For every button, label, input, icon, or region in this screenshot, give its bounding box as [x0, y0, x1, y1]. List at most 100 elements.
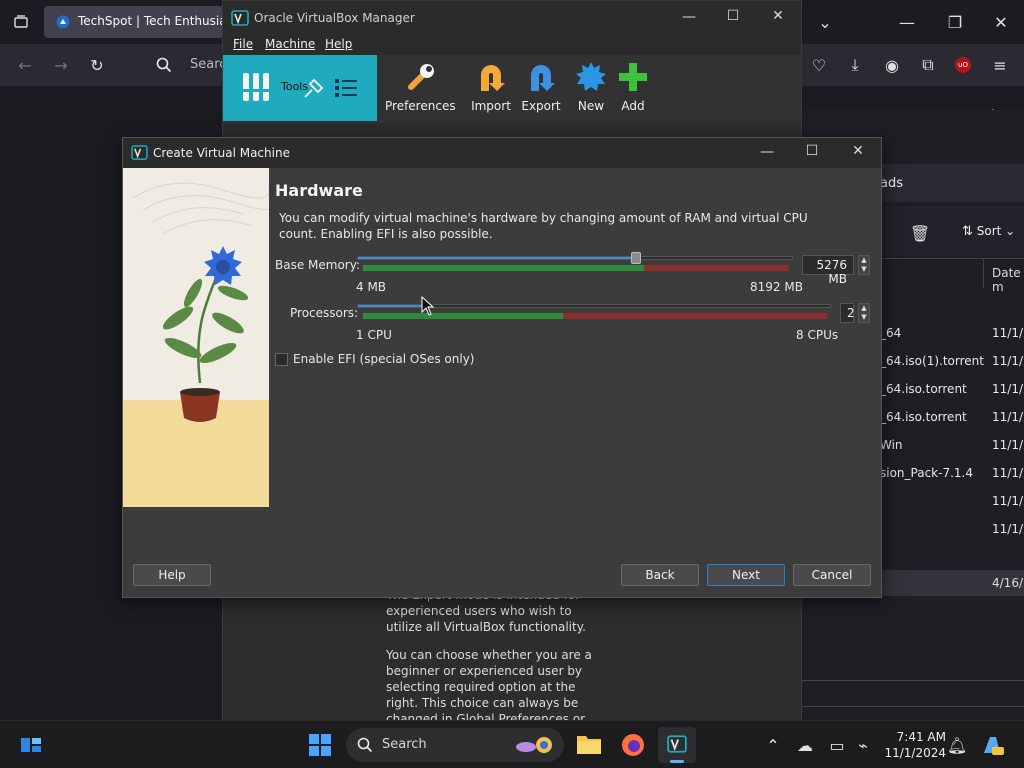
new-burst-icon: [576, 62, 606, 91]
enable-efi-checkbox[interactable]: [275, 353, 288, 366]
ublock-icon[interactable]: uO: [955, 57, 971, 73]
plus-icon: [619, 63, 647, 91]
dialog-title-bar: Create Virtual Machine — ☐ ✕: [123, 138, 881, 168]
forward-arrow-icon[interactable]: →: [46, 50, 76, 80]
export-button[interactable]: Export: [517, 55, 565, 121]
clock-date: 11/1/2024: [884, 746, 946, 760]
base-memory-slider[interactable]: [357, 250, 793, 276]
url-search-field[interactable]: Search: [148, 50, 235, 80]
dialog-title: Create Virtual Machine: [153, 146, 290, 160]
pocket-icon[interactable]: ♡: [804, 50, 834, 80]
account-icon[interactable]: ◉: [877, 50, 907, 80]
clock-time: 7:41 AM: [896, 730, 946, 744]
minimize-icon[interactable]: —: [747, 144, 787, 160]
firefox-icon[interactable]: [620, 732, 646, 758]
wizard-illustration: [123, 168, 269, 507]
vbox-toolbar: Tools Preferences Import Export New Add: [223, 55, 801, 123]
close-icon[interactable]: ✕: [838, 143, 878, 159]
onedrive-icon[interactable]: ☁: [790, 730, 820, 760]
processors-min-label: 1 CPU: [356, 328, 392, 342]
trash-icon[interactable]: 🗑: [905, 218, 935, 248]
divider: [800, 706, 1024, 707]
spin-arrows-icon[interactable]: ▲ ▼: [858, 303, 870, 323]
list-item[interactable]: _64.iso(1).torrent11/1/2: [880, 348, 1024, 376]
network-icon[interactable]: ⌁: [848, 730, 878, 760]
start-button[interactable]: [308, 733, 332, 761]
tools-icon: [243, 73, 269, 101]
chevron-up-icon[interactable]: ⌃: [758, 730, 788, 760]
list-item[interactable]: Win11/1/2: [880, 432, 1024, 460]
list-item[interactable]: _64.iso.torrent11/1/2: [880, 404, 1024, 432]
base-memory-label: Base Memory:: [275, 258, 361, 272]
flower-pot-illustration: [123, 168, 269, 507]
create-vm-dialog: Create Virtual Machine — ☐ ✕ Hardware Yo…: [122, 137, 882, 598]
list-item[interactable]: _6411/1/2: [880, 320, 1024, 348]
slider-thumb[interactable]: [631, 252, 641, 264]
vbox-title: Oracle VirtualBox Manager: [254, 11, 415, 25]
sort-button[interactable]: ⇅ Sort ⌄: [962, 224, 1015, 239]
date-column-header[interactable]: Date m: [992, 266, 1024, 294]
list-view-icon[interactable]: [333, 75, 359, 101]
hamburger-menu-icon[interactable]: ≡: [985, 50, 1015, 80]
sort-label: Sort: [976, 224, 1002, 238]
chevron-down-icon[interactable]: ⌄: [810, 7, 840, 37]
clock[interactable]: 7:41 AM 11/1/2024: [878, 729, 946, 761]
help-button[interactable]: Help: [133, 564, 211, 586]
browser-tab-title: TechSpot | Tech Enthusiasts: [78, 14, 244, 28]
slider-fill: [358, 305, 426, 307]
back-button[interactable]: Back: [621, 564, 699, 586]
list-item[interactable]: _64.iso.torrent11/1/2: [880, 376, 1024, 404]
downloads-heading: ads: [880, 176, 903, 191]
download-icon[interactable]: ⤓: [840, 50, 870, 80]
pin-icon[interactable]: [301, 75, 327, 101]
cancel-button[interactable]: Cancel: [793, 564, 871, 586]
processors-spinbox[interactable]: 2: [840, 303, 855, 323]
copilot-icon[interactable]: [980, 733, 1004, 761]
memory-max-label: 8192 MB: [750, 280, 803, 294]
enable-efi-label[interactable]: Enable EFI (special OSes only): [293, 352, 474, 366]
maximize-icon[interactable]: ☐: [713, 8, 753, 24]
spin-arrows-icon[interactable]: ▲ ▼: [858, 255, 870, 275]
browser-tab[interactable]: TechSpot | Tech Enthusiasts: [44, 6, 244, 38]
minimize-icon[interactable]: —: [892, 7, 922, 37]
tools-button[interactable]: Tools: [223, 55, 377, 121]
list-item[interactable]: 11/1/2: [880, 516, 1024, 544]
processors-max-label: 8 CPUs: [796, 328, 839, 342]
techspot-favicon-icon: [56, 15, 70, 29]
minimize-icon[interactable]: —: [669, 9, 709, 25]
restore-icon[interactable]: ❐: [940, 7, 970, 37]
virtualbox-taskbar-icon[interactable]: [658, 727, 696, 763]
virtualbox-logo-icon: [131, 145, 148, 160]
close-icon[interactable]: ✕: [758, 8, 798, 24]
reload-icon[interactable]: ↻: [82, 50, 112, 80]
list-item[interactable]: 11/1/2: [880, 488, 1024, 516]
add-button[interactable]: Add: [613, 55, 653, 121]
file-explorer-icon[interactable]: [576, 732, 602, 758]
new-button[interactable]: New: [571, 55, 611, 121]
taskbar-search[interactable]: Search: [346, 728, 564, 762]
menu-help[interactable]: Help: [325, 37, 352, 51]
menu-machine[interactable]: Machine: [265, 37, 315, 51]
notification-bell-icon[interactable]: 🔔︎: [942, 730, 972, 760]
memory-range-bar: [363, 265, 789, 271]
extensions-icon[interactable]: ⧉: [913, 50, 943, 80]
maximize-icon[interactable]: ☐: [792, 143, 832, 159]
divider: [800, 680, 1024, 681]
menu-file[interactable]: File: [233, 37, 253, 51]
page-description: You can modify virtual machine's hardwar…: [279, 211, 808, 241]
page-title: Hardware: [275, 181, 363, 200]
preferences-button[interactable]: Preferences: [385, 55, 456, 121]
search-icon: [357, 737, 373, 753]
export-arrow-icon: [531, 65, 555, 91]
back-arrow-icon[interactable]: ←: [10, 50, 40, 80]
tab-list-icon[interactable]: [6, 7, 36, 37]
base-memory-spinbox[interactable]: 5276 MB: [802, 255, 854, 286]
search-icon: [156, 57, 172, 73]
list-item[interactable]: sion_Pack-7.1.411/1/2: [880, 460, 1024, 488]
vbox-title-bar: Oracle VirtualBox Manager — ☐ ✕: [223, 1, 801, 35]
import-button[interactable]: Import: [467, 55, 515, 121]
close-icon[interactable]: ✕: [986, 7, 1016, 37]
widgets-icon[interactable]: [20, 735, 42, 759]
next-button[interactable]: Next: [707, 564, 785, 586]
processors-label: Processors:: [290, 306, 359, 320]
